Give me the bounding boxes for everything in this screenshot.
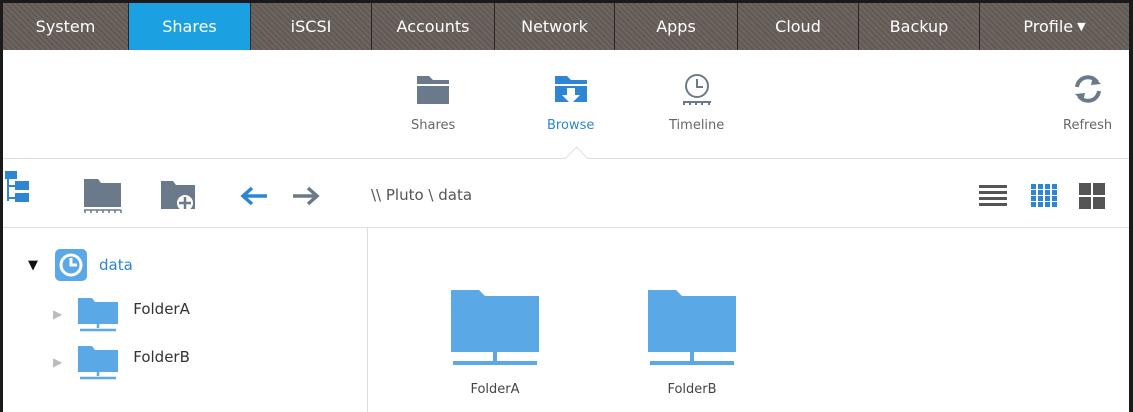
tab-system[interactable]: System bbox=[3, 3, 129, 50]
tab-label: Accounts bbox=[396, 17, 470, 36]
network-folder-icon bbox=[648, 290, 736, 365]
list-view-icon[interactable] bbox=[979, 184, 1007, 208]
forward-arrow-icon[interactable] bbox=[291, 186, 321, 206]
browse-tool-button[interactable]: Browse bbox=[547, 72, 594, 133]
tab-accounts[interactable]: Accounts bbox=[372, 3, 495, 50]
folder-caption: FolderB bbox=[667, 382, 717, 397]
top-nav: System Shares iSCSI Accounts Network App… bbox=[3, 0, 1129, 50]
network-folder-icon bbox=[78, 346, 119, 380]
folder-icon bbox=[417, 76, 450, 104]
timeline-tool-label: Timeline bbox=[669, 118, 725, 133]
tree-label: data bbox=[99, 256, 133, 274]
timeline-tool-button[interactable]: Timeline bbox=[669, 72, 724, 133]
expand-right-icon[interactable]: ▶ bbox=[53, 307, 62, 321]
expand-right-icon[interactable]: ▶ bbox=[53, 355, 62, 369]
tab-label: System bbox=[35, 17, 96, 36]
tab-label: Apps bbox=[656, 17, 696, 36]
tree-label: FolderA bbox=[133, 300, 190, 318]
refresh-label: Refresh bbox=[1063, 118, 1113, 133]
small-grid-view-icon[interactable] bbox=[1031, 184, 1057, 208]
tree-label: FolderB bbox=[133, 348, 190, 366]
refresh-icon bbox=[1074, 75, 1101, 103]
tab-apps[interactable]: Apps bbox=[615, 3, 738, 50]
breadcrumb: \\ Pluto \ data bbox=[371, 186, 473, 204]
clock-icon bbox=[682, 74, 711, 105]
shares-toolbar: Shares Browse Timeline Refresh bbox=[3, 50, 1129, 171]
browse-bar: \\ Pluto \ data bbox=[3, 159, 1129, 228]
tab-backup[interactable]: Backup bbox=[859, 3, 980, 50]
tab-label: Backup bbox=[889, 17, 949, 36]
folder-caption: FolderA bbox=[470, 382, 520, 397]
tab-profile[interactable]: Profile ▼ bbox=[980, 3, 1129, 50]
shares-tool-button[interactable]: Shares bbox=[411, 72, 455, 133]
tab-network[interactable]: Network bbox=[495, 3, 615, 50]
folder-tree: ▼ data ▶ FolderA ▶ FolderB bbox=[3, 228, 368, 412]
shares-tool-label: Shares bbox=[411, 118, 456, 133]
volume-icon bbox=[55, 249, 87, 281]
browse-tool-label: Browse bbox=[547, 118, 595, 133]
tab-iscsi[interactable]: iSCSI bbox=[251, 3, 372, 50]
chevron-down-icon: ▼ bbox=[1077, 20, 1086, 33]
large-grid-view-icon[interactable] bbox=[1079, 183, 1105, 209]
content-folder-folderb[interactable]: FolderB bbox=[644, 288, 740, 397]
network-folder-icon bbox=[78, 298, 119, 332]
tab-shares[interactable]: Shares bbox=[129, 3, 251, 50]
refresh-button[interactable]: Refresh bbox=[1063, 72, 1112, 133]
tab-label: iSCSI bbox=[290, 17, 332, 36]
tree-item-folderb[interactable]: ▶ FolderB bbox=[53, 344, 190, 380]
content-folder-foldera[interactable]: FolderA bbox=[447, 288, 543, 397]
tree-item-data[interactable]: ▼ data bbox=[28, 249, 133, 281]
new-folder-icon[interactable] bbox=[159, 179, 199, 213]
tab-cloud[interactable]: Cloud bbox=[738, 3, 859, 50]
tree-view-icon[interactable] bbox=[5, 171, 33, 211]
tree-item-foldera[interactable]: ▶ FolderA bbox=[53, 296, 190, 332]
tab-label: Cloud bbox=[775, 17, 821, 36]
network-folder-icon[interactable] bbox=[81, 177, 125, 213]
expand-down-icon[interactable]: ▼ bbox=[28, 258, 38, 273]
tab-label: Profile bbox=[1023, 17, 1074, 36]
browse-folder-icon bbox=[554, 76, 587, 104]
network-folder-icon bbox=[451, 290, 539, 365]
tab-label: Network bbox=[521, 17, 588, 36]
back-arrow-icon[interactable] bbox=[239, 186, 269, 206]
tab-label: Shares bbox=[162, 17, 217, 36]
